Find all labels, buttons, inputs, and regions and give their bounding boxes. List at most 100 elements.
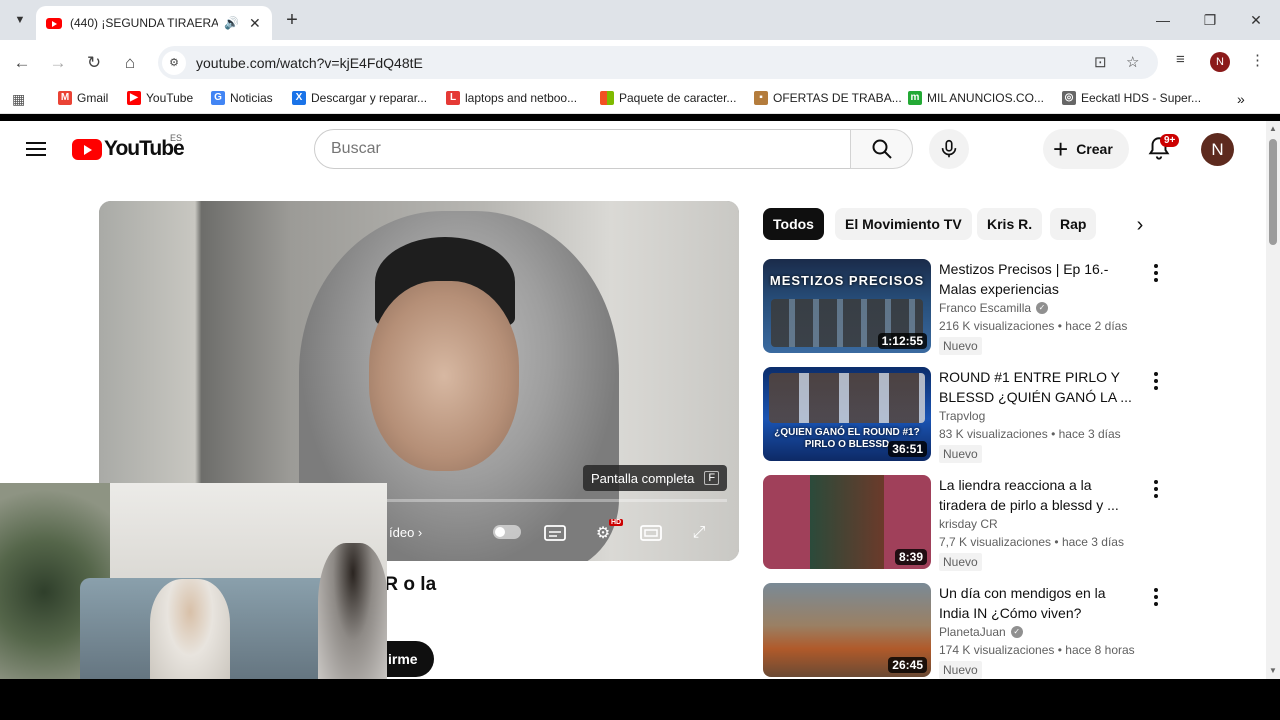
- subtitles-icon[interactable]: [541, 521, 569, 545]
- restore-window-icon[interactable]: ❐: [1195, 8, 1225, 32]
- install-app-icon[interactable]: ⊡: [1094, 53, 1107, 71]
- bookmark-noticias[interactable]: G Noticias: [211, 91, 273, 105]
- search-box[interactable]: [314, 129, 851, 169]
- search-button[interactable]: [850, 129, 913, 169]
- scrollbar-thumb[interactable]: [1269, 139, 1277, 245]
- search-input[interactable]: [331, 140, 850, 158]
- video-title-link[interactable]: Un día con mendigos en la India IN ¿Cómo…: [939, 583, 1139, 623]
- guide-menu-icon[interactable]: [24, 138, 48, 160]
- next-video-label[interactable]: ídeo ›: [389, 525, 422, 540]
- bookmark-label: MIL ANUNCIOS.CO...: [927, 91, 1044, 105]
- speaker-audio-icon[interactable]: 🔊: [224, 16, 239, 30]
- video-title-link[interactable]: ROUND #1 ENTRE PIRLO Y BLESSD ¿QUIÉN GAN…: [939, 367, 1139, 407]
- bottom-black-bar: [0, 679, 1280, 720]
- next-video-text: ídeo: [389, 525, 415, 540]
- video-thumbnail[interactable]: MESTIZOS PRECISOS 1:12:55: [763, 259, 931, 353]
- browser-tab-active[interactable]: (440) ¡SEGUNDA TIRAERA! | 🔊 ✕: [36, 6, 272, 40]
- verified-check-icon: ✓: [1036, 302, 1049, 314]
- country-code: ES: [170, 133, 183, 143]
- recommendation-item[interactable]: 26:45 Un día con mendigos en la India IN…: [763, 583, 1163, 679]
- video-thumbnail[interactable]: 26:45: [763, 583, 931, 677]
- youtube-logo[interactable]: YouTube ES: [72, 133, 185, 161]
- video-title-link[interactable]: La liendra reacciona a la tiradera de pi…: [939, 475, 1139, 515]
- more-actions-icon[interactable]: [1149, 371, 1163, 391]
- bookmark-youtube[interactable]: ▶ YouTube: [127, 91, 193, 105]
- bookmark-label: YouTube: [146, 91, 194, 105]
- bookmark-ofertas[interactable]: ▪ OFERTAS DE TRABA...: [754, 91, 902, 105]
- notification-count-badge: 9+: [1160, 134, 1180, 147]
- more-bookmarks-icon[interactable]: »: [1237, 91, 1245, 107]
- x-icon: X: [292, 91, 306, 105]
- browser-toolbar: ← → ↻ ⌂ ⚙ youtube.com/watch?v=kjE4FdQ48t…: [0, 40, 1280, 85]
- chip-el-movimiento-tv[interactable]: El Movimiento TV: [835, 208, 972, 240]
- recommendation-item[interactable]: ¿QUIEN GANÓ EL ROUND #1? PIRLO O BLESSD …: [763, 367, 1163, 463]
- channel-name[interactable]: Franco Escamilla ✓: [939, 301, 1139, 315]
- chip-rap[interactable]: Rap: [1050, 208, 1097, 240]
- voice-search-button[interactable]: [929, 129, 969, 169]
- create-label: Crear: [1076, 141, 1113, 157]
- video-meta: Un día con mendigos en la India IN ¿Cómo…: [939, 583, 1139, 679]
- site-info-icon[interactable]: ⚙: [162, 50, 186, 75]
- channel-name[interactable]: krisday CR: [939, 517, 1139, 531]
- video-thumbnail[interactable]: 8:39: [763, 475, 931, 569]
- scroll-up-arrow-icon[interactable]: ▲: [1269, 124, 1277, 133]
- video-stats: 216 K visualizaciones • hace 2 días: [939, 319, 1128, 333]
- jobs-icon: ▪: [754, 91, 768, 105]
- browser-profile-avatar[interactable]: N: [1210, 52, 1230, 72]
- notifications-button[interactable]: 9+: [1146, 134, 1180, 163]
- bookmarks-bar: ▦ M Gmail ▶ YouTube G Noticias X Descargar y…: [0, 85, 1280, 114]
- bookmark-milanuncios[interactable]: m MIL ANUNCIOS.CO...: [908, 91, 1044, 105]
- bookmark-star-icon[interactable]: ☆: [1126, 53, 1139, 71]
- close-window-icon[interactable]: ✕: [1241, 8, 1271, 32]
- bookmark-gmail[interactable]: M Gmail: [58, 91, 108, 105]
- video-duration: 26:45: [888, 657, 927, 673]
- browser-menu-icon[interactable]: ⋮: [1250, 51, 1265, 69]
- apps-grid-icon[interactable]: ▦: [12, 91, 25, 108]
- minimize-window-icon[interactable]: —: [1148, 8, 1178, 32]
- tab-search-chevron-icon[interactable]: ▼: [10, 10, 30, 30]
- media-controls-icon[interactable]: ≡: [1176, 51, 1185, 68]
- close-tab-icon[interactable]: ✕: [249, 15, 261, 32]
- more-actions-icon[interactable]: [1149, 263, 1163, 283]
- upload-age: hace 2 días: [1065, 319, 1128, 333]
- bookmark-descargar[interactable]: X Descargar y reparar...: [292, 91, 427, 105]
- create-button[interactable]: + Crear: [1043, 129, 1129, 169]
- bookmark-laptops[interactable]: Llaptops and netboo...: [446, 91, 577, 105]
- bookmark-label: OFERTAS DE TRABA...: [773, 91, 902, 105]
- url-text[interactable]: youtube.com/watch?v=kjE4FdQ48tE: [196, 55, 423, 71]
- bookmark-label: Noticias: [230, 91, 273, 105]
- video-title-link[interactable]: Mestizos Precisos | Ep 16.- Malas experi…: [939, 259, 1139, 299]
- bookmark-label: Gmail: [77, 91, 109, 105]
- home-icon[interactable]: ⌂: [118, 51, 142, 75]
- bookmark-eeckatl[interactable]: ◎ Eeckatl HDS - Super...: [1062, 91, 1201, 105]
- more-actions-icon[interactable]: [1149, 479, 1163, 499]
- reload-icon[interactable]: ↻: [82, 51, 106, 75]
- theater-mode-icon[interactable]: [637, 521, 665, 545]
- forward-arrow-icon[interactable]: →: [46, 51, 70, 75]
- new-tab-button[interactable]: +: [280, 8, 304, 32]
- more-actions-icon[interactable]: [1149, 587, 1163, 607]
- chip-kris-r[interactable]: Kris R.: [977, 208, 1043, 240]
- address-bar[interactable]: ⚙ youtube.com/watch?v=kjE4FdQ48tE ⊡ ☆: [158, 46, 1158, 79]
- fullscreen-tooltip-text: Pantalla completa: [591, 470, 695, 486]
- windows-icon: [600, 91, 614, 105]
- new-badge: Nuevo: [939, 553, 982, 571]
- bookmark-paquete[interactable]: Paquete de caracter...: [600, 91, 736, 105]
- bookmark-label: Descargar y reparar...: [311, 91, 428, 105]
- fullscreen-icon[interactable]: ⤢: [685, 521, 713, 545]
- scroll-down-arrow-icon[interactable]: ▼: [1269, 666, 1277, 675]
- account-avatar[interactable]: N: [1201, 133, 1234, 166]
- chevron-right-icon[interactable]: ›: [1128, 213, 1152, 237]
- video-thumbnail[interactable]: ¿QUIEN GANÓ EL ROUND #1? PIRLO O BLESSD …: [763, 367, 931, 461]
- autoplay-toggle[interactable]: [493, 525, 521, 539]
- thumbnail-text: MESTIZOS PRECISOS: [769, 273, 925, 288]
- chip-todos[interactable]: Todos: [763, 208, 824, 240]
- page-scrollbar[interactable]: ▲ ▼: [1266, 121, 1280, 679]
- channel-name[interactable]: PlanetaJuan ✓: [939, 625, 1139, 639]
- recommendation-item[interactable]: MESTIZOS PRECISOS 1:12:55 Mestizos Preci…: [763, 259, 1163, 355]
- channel-name-text: krisday CR: [939, 517, 998, 531]
- subscribe-label: irme: [388, 651, 418, 667]
- channel-name[interactable]: Trapvlog: [939, 409, 1139, 423]
- back-arrow-icon[interactable]: ←: [10, 51, 34, 75]
- recommendation-item[interactable]: 8:39 La liendra reacciona a la tiradera …: [763, 475, 1163, 571]
